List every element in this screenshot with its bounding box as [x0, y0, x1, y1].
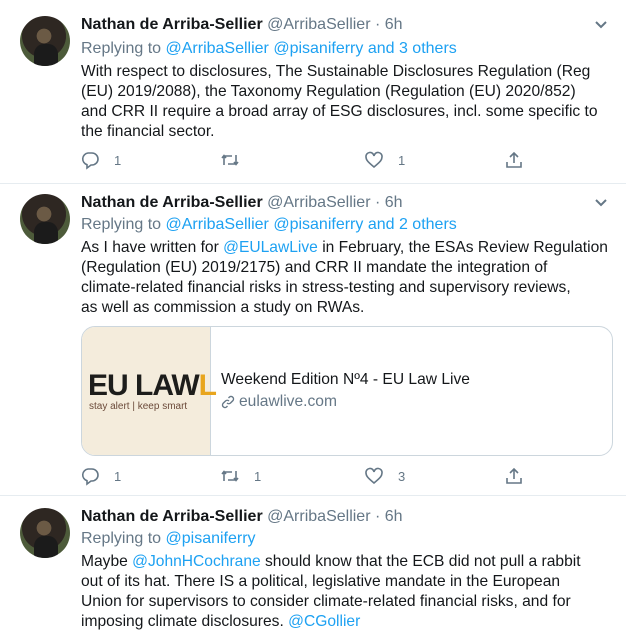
tweet-text-line: (EU) 2019/2088), the Taxonomy Regulation…: [81, 83, 576, 100]
author-handle[interactable]: @ArribaSellier: [267, 16, 370, 33]
card-title: Weekend Edition Nº4 - EU Law Live: [221, 371, 470, 388]
reply-count: 1: [114, 468, 122, 484]
share-icon: [506, 151, 522, 168]
tweet-header: Nathan de Arriba-Sellier @ArribaSellier …: [81, 508, 403, 526]
avatar[interactable]: [20, 16, 70, 66]
tweet-time[interactable]: 6h: [385, 508, 403, 525]
tweet[interactable]: Nathan de Arriba-Sellier @ArribaSellier …: [0, 496, 626, 642]
chevron-down-icon[interactable]: [594, 20, 608, 30]
card-domain-text: eulawlive.com: [239, 393, 337, 410]
separator-dot: ·: [374, 194, 381, 211]
share-button[interactable]: [504, 150, 524, 170]
avatar[interactable]: [20, 508, 70, 558]
tweet-text-line: As I have written for @EULawLive in Febr…: [81, 238, 611, 258]
tweet-text-line: climate-related financial risks in stres…: [81, 279, 571, 296]
retweet-icon: [221, 154, 239, 166]
like-count: 1: [398, 152, 406, 168]
tweet-text-line: Union for supervisors to consider climat…: [81, 593, 571, 610]
text-segment: As I have written for: [81, 239, 224, 256]
avatar[interactable]: [20, 194, 70, 244]
retweet-icon: [221, 470, 239, 482]
logo-tail: L: [198, 369, 217, 402]
logo-tagline: stay alert | keep smart: [89, 401, 188, 412]
replying-to-links[interactable]: @ArribaSellier @pisaniferry and 3 others: [166, 40, 457, 57]
tweet-text-line: imposing climate disclosures. @CGollier: [81, 612, 611, 632]
tweet-text-line: (Regulation (EU) 2019/2175) and CRR II m…: [81, 259, 548, 276]
tweet[interactable]: Nathan de Arriba-Sellier @ArribaSellier …: [0, 184, 626, 496]
mention-link[interactable]: @JohnHCochrane: [132, 553, 261, 570]
reply-button[interactable]: 1: [80, 466, 121, 486]
chevron-down-icon[interactable]: [594, 198, 608, 208]
replying-to: Replying to @ArribaSellier @pisaniferry …: [81, 216, 457, 234]
like-icon: [365, 151, 383, 169]
tweet-text: As I have written for @EULawLive in Febr…: [81, 238, 611, 318]
retweet-button[interactable]: 1: [220, 466, 261, 486]
author-name[interactable]: Nathan de Arriba-Sellier: [81, 16, 263, 33]
tweet-actions: 1 1 3: [80, 466, 530, 486]
like-count: 3: [398, 468, 406, 484]
tweet-text: Maybe @JohnHCochrane should know that th…: [81, 552, 611, 632]
like-button[interactable]: 1: [364, 150, 405, 170]
reply-count: 1: [114, 152, 122, 168]
card-domain: eulawlive.com: [221, 393, 337, 411]
replying-to-links[interactable]: @ArribaSellier @pisaniferry and 2 others: [166, 216, 457, 233]
reply-icon: [81, 152, 99, 170]
like-button[interactable]: 3: [364, 466, 405, 486]
mention-link[interactable]: @EULawLive: [223, 239, 318, 256]
eulawlive-logo: EU LAWL stay alert | keep smart: [82, 327, 217, 455]
replying-to-links[interactable]: @pisaniferry: [166, 530, 256, 547]
tweet-text-line: Maybe @JohnHCochrane should know that th…: [81, 552, 611, 572]
replying-to: Replying to @ArribaSellier @pisaniferry …: [81, 40, 457, 58]
link-icon: [221, 395, 235, 409]
text-segment: should know that the ECB did not pull a …: [260, 553, 581, 570]
tweet-text-line: out of its hat. There IS a political, le…: [81, 573, 561, 590]
author-name[interactable]: Nathan de Arriba-Sellier: [81, 508, 263, 525]
text-segment: in February, the ESAs Review Regulation: [317, 239, 608, 256]
replying-prefix: Replying to: [81, 40, 162, 57]
logo-text: EU LAW: [88, 369, 200, 402]
mention-link[interactable]: @CGollier: [288, 613, 360, 630]
tweet-text-line: as well as commission a study on RWAs.: [81, 299, 365, 316]
tweet-header: Nathan de Arriba-Sellier @ArribaSellier …: [81, 16, 403, 34]
tweet-text-line: the financial sector.: [81, 123, 215, 140]
tweet-actions: 1 1: [80, 150, 530, 170]
text-segment: imposing climate disclosures.: [81, 613, 289, 630]
tweet-text: With respect to disclosures, The Sustain…: [81, 62, 611, 142]
replying-prefix: Replying to: [81, 216, 162, 233]
reply-icon: [81, 468, 99, 486]
replying-to: Replying to @pisaniferry: [81, 530, 256, 548]
author-handle[interactable]: @ArribaSellier: [267, 194, 370, 211]
share-button[interactable]: [504, 466, 524, 486]
retweet-button[interactable]: [220, 150, 254, 170]
separator-dot: ·: [374, 16, 381, 33]
share-icon: [506, 467, 522, 484]
replying-prefix: Replying to: [81, 530, 162, 547]
text-segment: Maybe: [81, 553, 133, 570]
tweet-text-line: and CRR II require a broad array of ESG …: [81, 103, 598, 120]
separator-dot: ·: [374, 508, 381, 525]
retweet-count: 1: [254, 468, 262, 484]
like-icon: [365, 467, 383, 485]
author-handle[interactable]: @ArribaSellier: [267, 508, 370, 525]
reply-button[interactable]: 1: [80, 150, 121, 170]
tweet-text-line: With respect to disclosures, The Sustain…: [81, 63, 591, 80]
tweet-time[interactable]: 6h: [385, 194, 403, 211]
tweet-time[interactable]: 6h: [385, 16, 403, 33]
author-name[interactable]: Nathan de Arriba-Sellier: [81, 194, 263, 211]
tweet[interactable]: Nathan de Arriba-Sellier @ArribaSellier …: [0, 0, 626, 184]
tweet-header: Nathan de Arriba-Sellier @ArribaSellier …: [81, 194, 403, 212]
link-preview-card[interactable]: EU LAWL stay alert | keep smart Weekend …: [81, 326, 613, 456]
